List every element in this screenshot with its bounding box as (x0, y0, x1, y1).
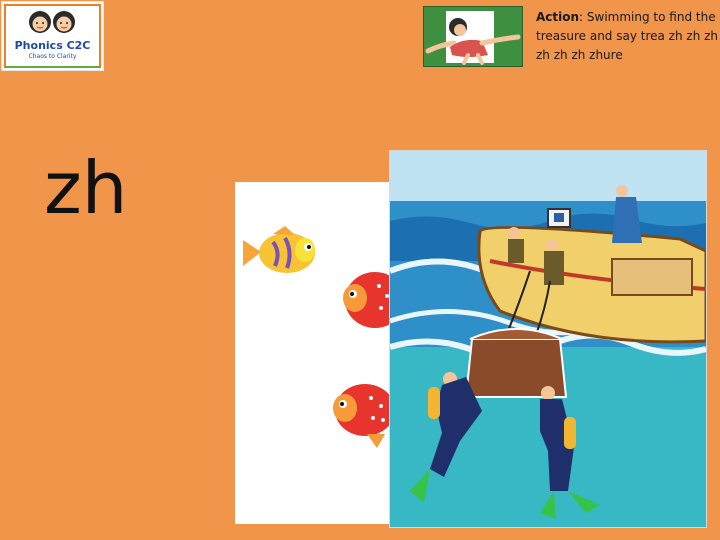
red-fish-icon (343, 272, 395, 328)
fish-picture-card (235, 182, 395, 524)
phonics-c2c-logo: Phonics C2C Chaos to Clarity (1, 1, 104, 71)
treasure-diving-scene (389, 150, 707, 528)
action-description: Action: Swimming to find the treasure an… (536, 8, 720, 65)
divers-treasure-illustration (390, 151, 706, 527)
action-label: Action (536, 10, 580, 24)
swimmer-icon (424, 7, 522, 66)
red-fish-icon-2 (333, 384, 395, 448)
logo-tagline: Chaos to Clarity (28, 53, 77, 60)
yellow-fish-icon (243, 226, 315, 273)
phoneme-heading: zh (44, 146, 128, 230)
logo-brand-text: Phonics C2C (14, 39, 91, 52)
action-swimming-image (423, 6, 523, 67)
